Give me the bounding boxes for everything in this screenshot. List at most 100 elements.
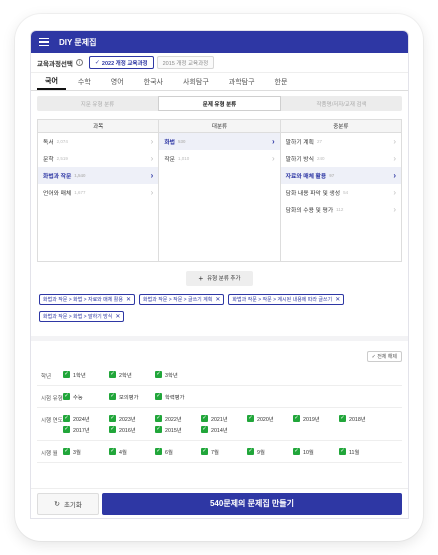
subtab-passage-type[interactable]: 지문 유형 분류 (37, 96, 158, 111)
mid-category-column: 중분류 말하기 계획 27 › 말하기 방식 240 › 자료와 매체 활용 97 › 담화… (280, 120, 401, 261)
filter-checkbox[interactable]: ✓ 수능 (63, 391, 109, 402)
filter-checkbox[interactable]: ✓ 11월 (339, 446, 385, 457)
close-icon[interactable]: ✕ (115, 313, 120, 320)
filter-checkbox[interactable]: ✓ 2022년 (155, 413, 201, 424)
reset-button[interactable]: ↻ 초기화 (37, 492, 99, 515)
option-label: 7월 (211, 449, 219, 456)
option-label: 2023년 (119, 416, 136, 423)
tab-science[interactable]: 과학탐구 (221, 73, 263, 90)
filter-checkbox[interactable]: ✓ 9월 (247, 446, 293, 457)
item-label: 작문 (164, 157, 175, 163)
option-label: 2018년 (349, 416, 366, 423)
item-label: 독서 (43, 140, 54, 146)
tab-math[interactable]: 수학 (70, 73, 99, 90)
option-label: 모의평가 (119, 394, 139, 401)
list-item[interactable]: 독서 2,074 › (38, 133, 158, 150)
option-label: 2021년 (211, 416, 228, 423)
option-label: 2022년 (165, 416, 182, 423)
option-label: 1학년 (73, 372, 86, 379)
curriculum-2022-button[interactable]: ✓ 2022 개정 교육과정 (88, 56, 154, 69)
list-item[interactable]: 담화의 수용 및 평가 112 › (281, 201, 401, 218)
tab-korean-history[interactable]: 한국사 (136, 73, 171, 90)
filter-checkbox[interactable]: ✓ 3학년 (155, 369, 201, 380)
check-icon: ✓ (109, 426, 116, 433)
check-icon: ✓ (201, 426, 208, 433)
curriculum-2015-button[interactable]: 2015 개정 교육과정 (156, 56, 215, 69)
deselect-all-button[interactable]: ✓ 전체 해제 (366, 351, 402, 362)
item-label: 화법과 작문 (43, 174, 72, 180)
filter-checkbox[interactable]: ✓ 4월 (109, 446, 155, 457)
item-label: 말하기 계획 (285, 140, 314, 146)
list-item[interactable]: 자료와 매체 활용 97 › (280, 167, 401, 184)
add-classification-button[interactable]: + 유형 분류 추가 (186, 270, 253, 286)
filter-checkbox[interactable]: ✓ 학력평가 (155, 391, 201, 402)
list-item[interactable]: 말하기 계획 27 › (281, 133, 401, 150)
column-header: 중분류 (280, 120, 401, 133)
chip-label: 화법과 작문 > 작문 > 계시된 내용에 따라 글쓰기 (232, 297, 333, 303)
filter-checkbox[interactable]: ✓ 모의평가 (109, 391, 155, 402)
check-icon: ✓ (339, 415, 346, 422)
app-screen: DIY 문제집 교육과정선택 i ✓ 2022 개정 교육과정 2015 개정 … (30, 30, 409, 519)
filter-checkbox[interactable]: ✓ 2024년 (63, 413, 109, 424)
chevron-right-icon: › (150, 137, 154, 146)
list-item[interactable]: 말하기 방식 240 › (281, 150, 401, 167)
list-item[interactable]: 화법 530 › (159, 133, 280, 150)
column-header: 대분류 (159, 120, 280, 133)
close-icon[interactable]: ✕ (126, 296, 131, 303)
check-icon: ✓ (109, 415, 116, 422)
add-button-label: 유형 분류 추가 (207, 276, 241, 282)
option-label: 2014년 (211, 427, 228, 434)
chevron-right-icon: › (271, 154, 275, 163)
chevron-right-icon: › (393, 154, 396, 163)
filter-checkbox[interactable]: ✓ 2016년 (109, 424, 155, 435)
check-icon: ✓ (63, 415, 70, 422)
filter-row-grade: 학년 ✓ 1학년 ✓ 2학년 ✓ 3학년 (37, 364, 402, 386)
item-count: 1,540 (74, 173, 86, 178)
tab-hanmun[interactable]: 한문 (267, 73, 296, 90)
filter-checkbox[interactable]: ✓ 7월 (201, 446, 247, 457)
chip-label: 화법과 작문 > 화법 > 말하기 방식 (43, 314, 113, 320)
check-icon: ✓ (339, 448, 346, 455)
filter-checkbox[interactable]: ✓ 6월 (155, 446, 201, 457)
tab-social-studies[interactable]: 사회탐구 (175, 73, 217, 90)
option-label: 2020년 (257, 416, 274, 423)
filter-checkbox[interactable]: ✓ 10월 (293, 446, 339, 457)
filter-label: 학년 (41, 374, 52, 380)
filter-checkbox[interactable]: ✓ 2021년 (201, 413, 247, 424)
filter-checkbox[interactable]: ✓ 1학년 (63, 369, 109, 380)
subtab-work-search[interactable]: 작품명/저자/교재 검색 (281, 96, 402, 111)
filter-checkbox[interactable]: ✓ 2020년 (247, 413, 293, 424)
list-item[interactable]: 언어와 매체 1,677 › (38, 184, 158, 201)
item-count: 2,519 (56, 156, 68, 161)
filter-checkbox[interactable]: ✓ 2018년 (339, 413, 385, 424)
filter-checkbox[interactable]: ✓ 2014년 (201, 424, 247, 435)
filter-checkbox[interactable]: ✓ 2015년 (155, 424, 201, 435)
list-item[interactable]: 담화 내용 파악 및 생성 54 › (281, 184, 401, 201)
filter-checkbox[interactable]: ✓ 3월 (63, 446, 109, 457)
filter-panel: ✓ 전체 해제 학년 ✓ 1학년 ✓ 2학년 ✓ 3학년 시험 유형 ✓ 수능 ✓ 모의평… (31, 336, 408, 463)
close-icon[interactable]: ✕ (335, 296, 340, 303)
menu-icon[interactable] (39, 38, 49, 46)
filter-checkbox[interactable]: ✓ 2017년 (63, 424, 109, 435)
filter-checkbox[interactable]: ✓ 2019년 (293, 413, 339, 424)
tab-korean[interactable]: 국어 (37, 73, 66, 90)
subtab-question-type[interactable]: 문제 유형 분류 (158, 96, 281, 111)
item-label: 화법 (164, 140, 175, 146)
create-workbook-button[interactable]: 540문제의 문제집 만들기 (102, 492, 402, 515)
add-row: + 유형 분류 추가 (37, 262, 402, 294)
list-item[interactable]: 문학 2,519 › (38, 150, 158, 167)
chevron-right-icon: › (393, 171, 396, 180)
filter-checkbox[interactable]: ✓ 2023년 (109, 413, 155, 424)
tab-english[interactable]: 영어 (103, 73, 132, 90)
list-item[interactable]: 화법과 작문 1,540 › (38, 167, 159, 184)
item-count: 1,010 (178, 156, 190, 161)
info-icon[interactable]: i (75, 59, 83, 66)
filter-checkbox[interactable]: ✓ 2학년 (109, 369, 155, 380)
check-icon: ✓ (63, 371, 70, 378)
check-icon: ✓ (201, 448, 208, 455)
list-item[interactable]: 작문 1,010 › (159, 150, 279, 167)
option-label: 6월 (165, 449, 173, 456)
close-icon[interactable]: ✕ (215, 296, 220, 303)
chevron-right-icon: › (271, 137, 275, 146)
item-label: 담화 내용 파악 및 생성 (285, 191, 341, 197)
